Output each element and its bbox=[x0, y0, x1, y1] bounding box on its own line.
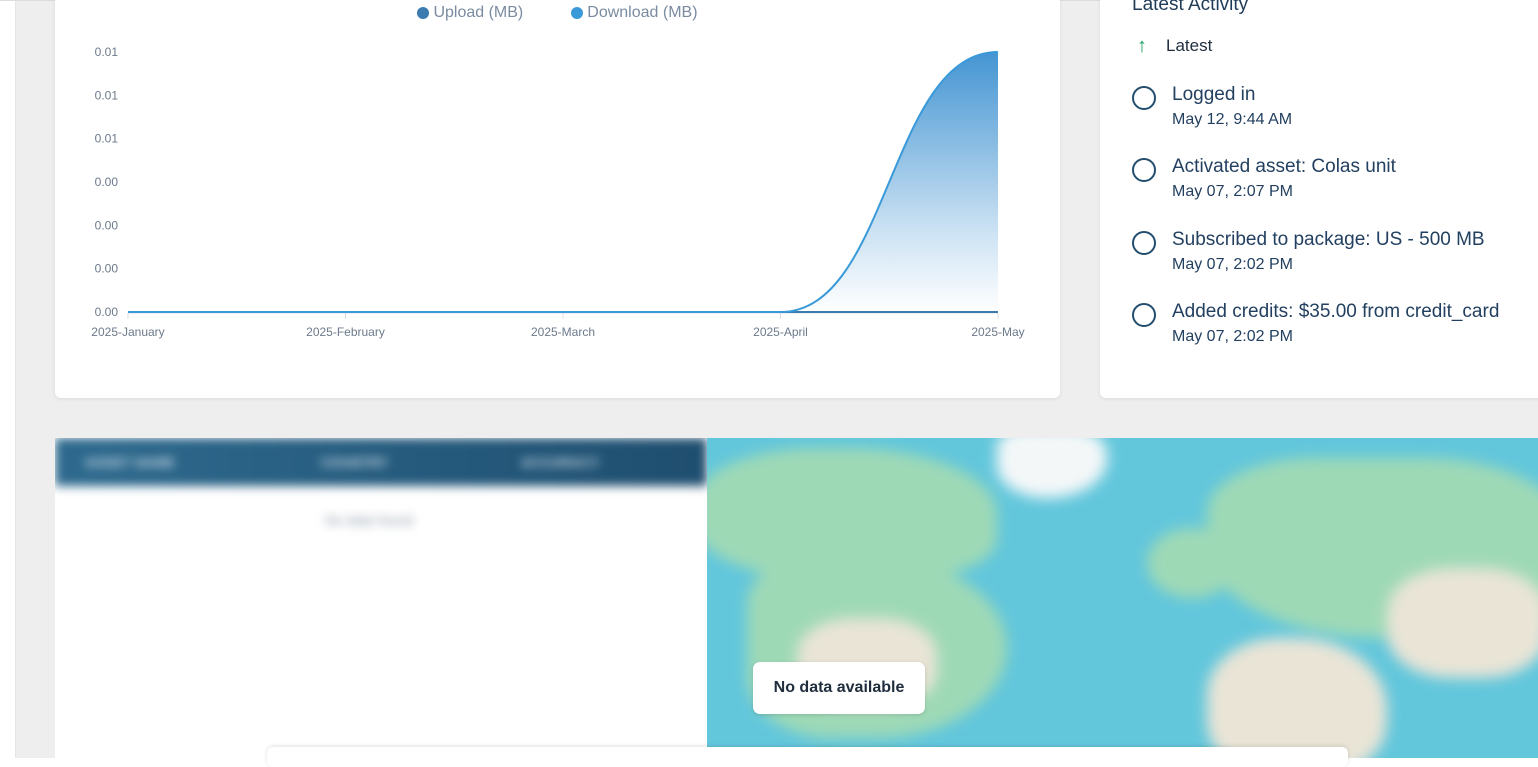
activity-item: Logged in May 12, 9:44 AM bbox=[1132, 83, 1292, 129]
legend-item-download[interactable]: Download (MB) bbox=[571, 4, 698, 22]
timeline-dot-icon bbox=[1132, 158, 1156, 182]
column-header-country[interactable]: COUNTRY bbox=[321, 455, 521, 470]
chart-legend: Upload (MB) Download (MB) bbox=[55, 4, 1060, 22]
activity-time: May 07, 2:07 PM bbox=[1172, 183, 1293, 200]
legend-dot-download bbox=[571, 7, 584, 19]
x-tick-label: 2025-May bbox=[971, 325, 1024, 339]
y-tick-label: 0.01 bbox=[95, 132, 119, 146]
column-header-accuracy[interactable]: ACCURACY bbox=[521, 455, 599, 470]
timeline-dot-icon bbox=[1132, 86, 1156, 110]
activity-label: Activated asset: Colas unit bbox=[1172, 156, 1396, 177]
arrow-up-icon: ↑ bbox=[1137, 35, 1147, 57]
x-tick-label: 2025-April bbox=[753, 325, 808, 339]
y-tick-label: 0.00 bbox=[95, 305, 119, 319]
y-tick-label: 0.01 bbox=[95, 88, 119, 102]
timeline-dot-icon bbox=[1132, 303, 1156, 327]
timeline-dot-icon bbox=[1132, 231, 1156, 255]
activity-item: Added credits: $35.00 from credit_card M… bbox=[1132, 300, 1499, 346]
x-tick-label: 2025-February bbox=[306, 325, 385, 339]
y-tick-label: 0.01 bbox=[95, 45, 119, 59]
activity-item: Activated asset: Colas unit May 07, 2:07… bbox=[1132, 155, 1396, 201]
table-empty-message: No data found bbox=[325, 512, 413, 528]
x-tick-label: 2025-January bbox=[91, 325, 164, 339]
legend-label-download: Download (MB) bbox=[587, 4, 698, 21]
activity-time: May 07, 2:02 PM bbox=[1172, 328, 1293, 345]
series-area-download bbox=[128, 52, 998, 312]
usage-chart: 0.00 0.00 0.00 0.00 0.01 0.01 0.01 2025-Januar… bbox=[91, 45, 1024, 339]
activity-time: May 12, 9:44 AM bbox=[1172, 111, 1293, 128]
assets-table-header: ASSET NAME COUNTRY ACCURACY bbox=[55, 438, 707, 486]
y-tick-label: 0.00 bbox=[95, 218, 119, 232]
activity-label: Logged in bbox=[1172, 84, 1256, 105]
y-tick-label: 0.00 bbox=[95, 262, 119, 276]
usage-chart-card: 0.00 0.00 0.00 0.00 0.01 0.01 0.01 2025-Januar… bbox=[55, 0, 1060, 398]
latest-sort-toggle[interactable]: ↑ Latest bbox=[1132, 36, 1212, 56]
activity-label: Subscribed to package: US - 500 MB bbox=[1172, 229, 1485, 250]
activity-time: May 07, 2:02 PM bbox=[1172, 256, 1293, 273]
sidebar-edge bbox=[0, 1, 16, 758]
y-tick-label: 0.00 bbox=[95, 175, 119, 189]
assets-table: ASSET NAME COUNTRY ACCURACY No data foun… bbox=[55, 438, 707, 758]
legend-item-upload[interactable]: Upload (MB) bbox=[417, 4, 523, 22]
latest-label: Latest bbox=[1166, 36, 1213, 55]
legend-label-upload: Upload (MB) bbox=[433, 4, 524, 21]
bottom-card-edge bbox=[267, 747, 1348, 767]
latest-activity-card: Latest Activity ↑ Latest Logged in May 1… bbox=[1100, 0, 1538, 398]
x-tick-label: 2025-March bbox=[531, 325, 595, 339]
activity-title: Latest Activity bbox=[1132, 0, 1249, 15]
column-header-asset-name[interactable]: ASSET NAME bbox=[85, 455, 321, 470]
legend-dot-upload bbox=[417, 7, 430, 19]
activity-item: Subscribed to package: US - 500 MB May 0… bbox=[1132, 228, 1485, 274]
activity-label: Added credits: $35.00 from credit_card bbox=[1172, 301, 1500, 322]
map-no-data-message: No data available bbox=[753, 662, 925, 714]
